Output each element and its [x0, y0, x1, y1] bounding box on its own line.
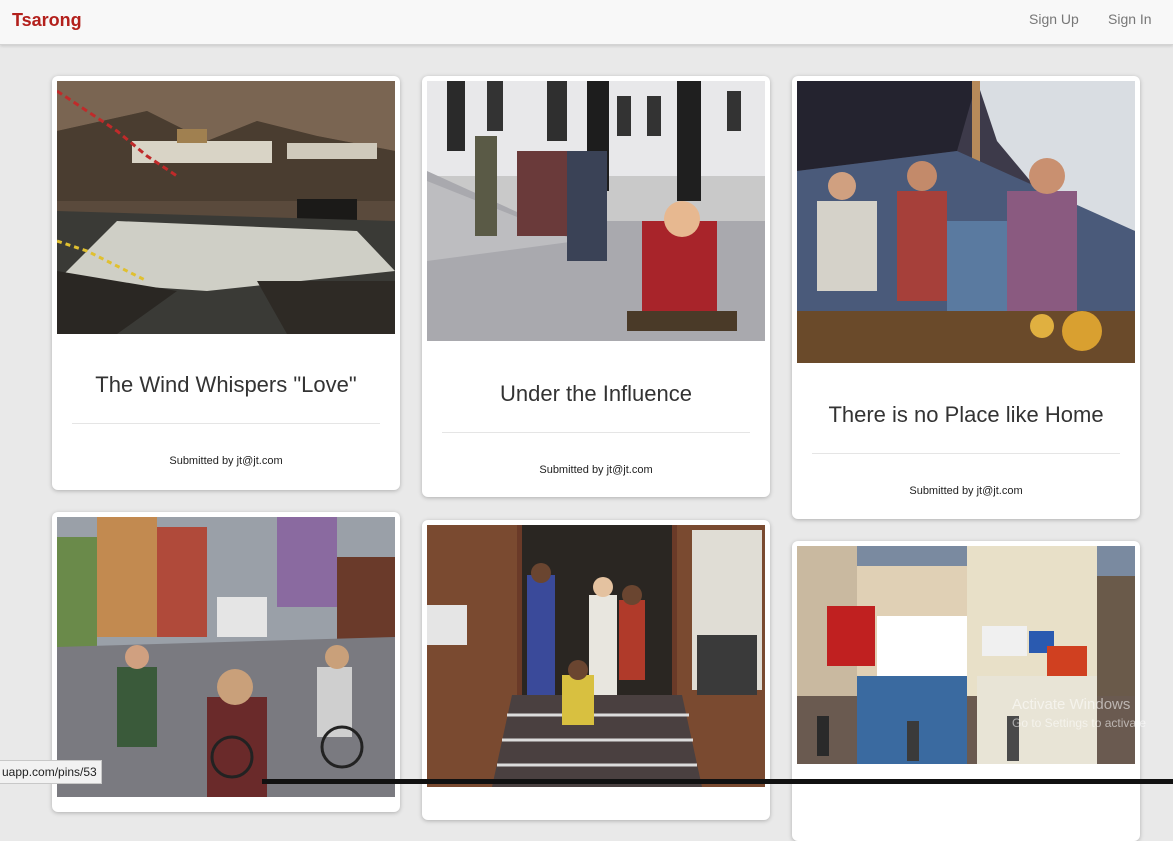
pin-card[interactable] — [52, 512, 400, 812]
pin-title: The Wind Whispers "Love" — [95, 372, 357, 397]
painting-mountain-river-image[interactable] — [57, 81, 395, 334]
painting-stoop-kids-image[interactable] — [427, 525, 765, 787]
pin-card[interactable] — [422, 520, 770, 820]
painting-girl-on-street-image[interactable] — [427, 81, 765, 341]
divider — [72, 423, 380, 424]
watermark-line-1: Activate Windows — [1012, 696, 1131, 713]
painting-family-gathering-image[interactable] — [797, 81, 1135, 363]
status-bar-url: uapp.com/pins/53 — [0, 760, 102, 784]
sign-up-link[interactable]: Sign Up — [1029, 11, 1079, 27]
sign-in-link[interactable]: Sign In — [1108, 11, 1152, 27]
pin-submitter: Submitted by jt@jt.com — [909, 485, 1023, 497]
pin-title: There is no Place like Home — [828, 402, 1104, 427]
watermark-line-2: Go to Settings to activate — [1012, 716, 1147, 730]
divider — [442, 432, 750, 433]
windows-activation-watermark: Activate Windows Go to Settings to activ… — [1012, 696, 1146, 732]
divider — [812, 453, 1120, 454]
top-navbar: Tsarong Sign Up Sign In — [0, 0, 1173, 45]
brand-logo-link[interactable]: Tsarong — [12, 10, 82, 31]
pin-card[interactable] — [792, 541, 1140, 841]
pin-card[interactable]: Under the Influence Submitted by jt@jt.c… — [422, 76, 770, 497]
pin-title: Under the Influence — [499, 381, 693, 406]
pin-card[interactable]: There is no Place like Home Submitted by… — [792, 76, 1140, 519]
pin-card[interactable]: The Wind Whispers "Love" Submitted by jt… — [52, 76, 400, 490]
pin-submitter: Submitted by jt@jt.com — [539, 464, 653, 476]
painting-bicycle-street-image[interactable] — [57, 517, 395, 797]
bottom-edge-strip — [262, 779, 1173, 784]
pin-submitter: Submitted by jt@jt.com — [169, 455, 283, 467]
